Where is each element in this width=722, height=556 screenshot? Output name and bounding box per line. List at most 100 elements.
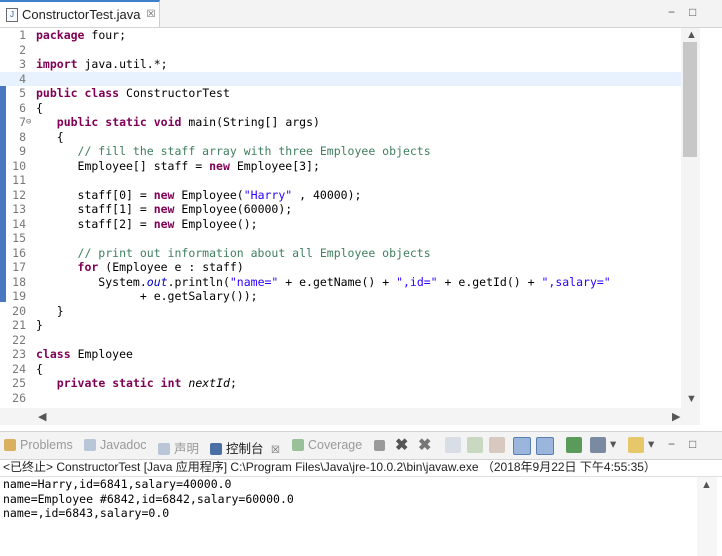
code-editor[interactable]: 1 package four; 2 3 import java.util.*; 4 5 pub… (0, 28, 700, 408)
code-text: staff[2] = new Employee(); (36, 217, 258, 232)
keyword: class (84, 86, 120, 100)
code-text: staff[1] = new Employee(60000); (36, 202, 293, 217)
code-token: , 40000); (299, 187, 362, 202)
line-number: 15 (12, 231, 26, 245)
show-on-error-icon[interactable] (536, 437, 554, 455)
line-number: 4 (19, 71, 26, 86)
line-number: 22 (12, 332, 26, 347)
close-icon[interactable]: ☒ (147, 9, 156, 20)
scroll-lock-icon[interactable] (467, 437, 483, 453)
minimize-button[interactable]: − (668, 5, 675, 19)
code-line[interactable]: 17 for (Employee e : staff) (0, 260, 690, 275)
code-line[interactable]: 14 staff[2] = new Employee(); (0, 217, 690, 232)
declaration-icon (158, 443, 170, 455)
show-on-output-icon[interactable] (513, 437, 531, 455)
maximize-button[interactable]: □ (689, 5, 696, 19)
code-line[interactable]: 2 (0, 43, 690, 58)
maximize-button[interactable]: □ (689, 437, 696, 451)
tab-label: Problems (20, 438, 73, 452)
minimize-button[interactable]: − (668, 437, 675, 451)
line-number: 5 (19, 86, 26, 100)
console-vertical-scrollbar[interactable]: ▲ (697, 477, 717, 556)
code-token: { (36, 361, 43, 376)
open-console-icon[interactable] (628, 437, 644, 453)
line-number: 3 (19, 57, 26, 71)
scroll-up-icon[interactable]: ▲ (701, 479, 712, 491)
code-line[interactable]: 23 class Employee (0, 347, 690, 362)
close-icon[interactable]: ☒ (271, 445, 280, 456)
code-line[interactable]: 22 (0, 333, 690, 348)
code-line[interactable]: 11 (0, 173, 690, 188)
code-text: Employee[] staff = new Employee[3]; (36, 159, 320, 174)
code-line[interactable]: 20 } (0, 304, 690, 319)
console-tab-bar: Problems Javadoc 声明 控制台 ☒ Coverage ✖ ✖ ▾… (0, 431, 722, 460)
console-launch-info: <已终止> ConstructorTest [Java 应用程序] C:\Pro… (0, 458, 722, 477)
code-line[interactable]: 8 { (0, 130, 690, 145)
code-line[interactable]: 9 // fill the staff array with three Emp… (0, 144, 690, 159)
line-number: 19 (12, 289, 26, 303)
chevron-down-icon[interactable]: ▾ (648, 436, 654, 451)
code-token: + e.getName() + (285, 274, 397, 289)
comment: // print out information about all Emplo… (36, 245, 431, 260)
code-line[interactable]: 21} (0, 318, 690, 333)
code-line[interactable]: 3 import java.util.*; (0, 57, 690, 72)
code-line[interactable]: 19 + e.getSalary()); (0, 289, 690, 304)
tab-console[interactable]: 控制台 ☒ (210, 438, 280, 457)
line-number: 23 (12, 347, 26, 361)
code-text: private static int nextId; (36, 376, 237, 391)
tab-javadoc[interactable]: Javadoc (84, 438, 147, 452)
coverage-icon (292, 439, 304, 451)
code-line[interactable]: 5 public class ConstructorTest (0, 86, 690, 101)
code-line[interactable]: 18 System.out.println("name=" + e.getNam… (0, 275, 690, 290)
code-text: { (36, 362, 43, 377)
code-line[interactable]: 4 (0, 71, 690, 86)
scroll-up-icon[interactable]: ▲ (686, 29, 697, 41)
terminate-icon[interactable] (374, 440, 385, 451)
code-text: // fill the staff array with three Emplo… (36, 144, 431, 159)
tab-coverage[interactable]: Coverage (292, 438, 362, 452)
line-number: 24 (12, 361, 26, 376)
code-token: Employee (77, 347, 133, 361)
code-line[interactable]: 10 Employee[] staff = new Employee[3]; (0, 159, 690, 174)
tab-declaration[interactable]: 声明 (158, 438, 199, 457)
code-line[interactable]: 25 private static int nextId; (0, 376, 690, 391)
line-number: 12 (12, 187, 26, 202)
remove-all-icon[interactable]: ✖ (418, 435, 434, 454)
code-line[interactable]: 7 ⊖ public static void main(String[] args… (0, 115, 690, 130)
code-token: Employee(60000); (181, 202, 293, 216)
code-line[interactable]: 15 (0, 231, 690, 246)
code-token: System. (36, 274, 147, 289)
code-token: Employee[] staff = (36, 158, 210, 173)
scroll-left-icon[interactable]: ◀ (38, 410, 46, 423)
display-console-icon[interactable] (590, 437, 606, 453)
string-literal: ",id=" (396, 274, 438, 289)
tab-problems[interactable]: Problems (4, 438, 73, 452)
code-line[interactable]: 24 { (0, 362, 690, 377)
editor-scroll-thumb[interactable] (683, 42, 697, 157)
remove-launch-icon[interactable]: ✖ (395, 435, 411, 454)
code-line[interactable]: 16 // print out information about all Em… (0, 246, 690, 261)
scroll-down-icon[interactable]: ▼ (686, 393, 697, 405)
code-line[interactable]: 1 package four; (0, 28, 690, 43)
pin-console-icon[interactable] (566, 437, 582, 453)
code-token: .println( (167, 274, 230, 289)
word-wrap-icon[interactable] (489, 437, 505, 453)
scroll-right-icon[interactable]: ▶ (672, 410, 680, 423)
editor-horizontal-scrollbar[interactable]: ◀ ▶ (0, 408, 700, 425)
tab-label: 控制台 (226, 442, 264, 456)
code-line[interactable]: 13 staff[1] = new Employee(60000); (0, 202, 690, 217)
console-output[interactable]: name=Harry,id=6841,salary=40000.0 name=E… (0, 477, 700, 521)
clear-console-icon[interactable] (445, 437, 461, 453)
chevron-down-icon[interactable]: ▾ (610, 436, 616, 451)
problems-icon (4, 439, 16, 451)
code-token: Employee( (181, 187, 244, 202)
editor-tab-constructortest[interactable]: J ConstructorTest.java ☒ (0, 0, 160, 27)
code-line[interactable]: 26 (0, 391, 690, 406)
code-line[interactable]: 12 staff[0] = new Employee("Harry" , 400… (0, 188, 690, 203)
line-number: 1 (19, 28, 26, 42)
code-line[interactable]: 6{ (0, 101, 690, 116)
fold-collapse-icon[interactable]: ⊖ (26, 115, 31, 130)
keyword: new (153, 187, 175, 202)
keyword: new (153, 202, 175, 216)
